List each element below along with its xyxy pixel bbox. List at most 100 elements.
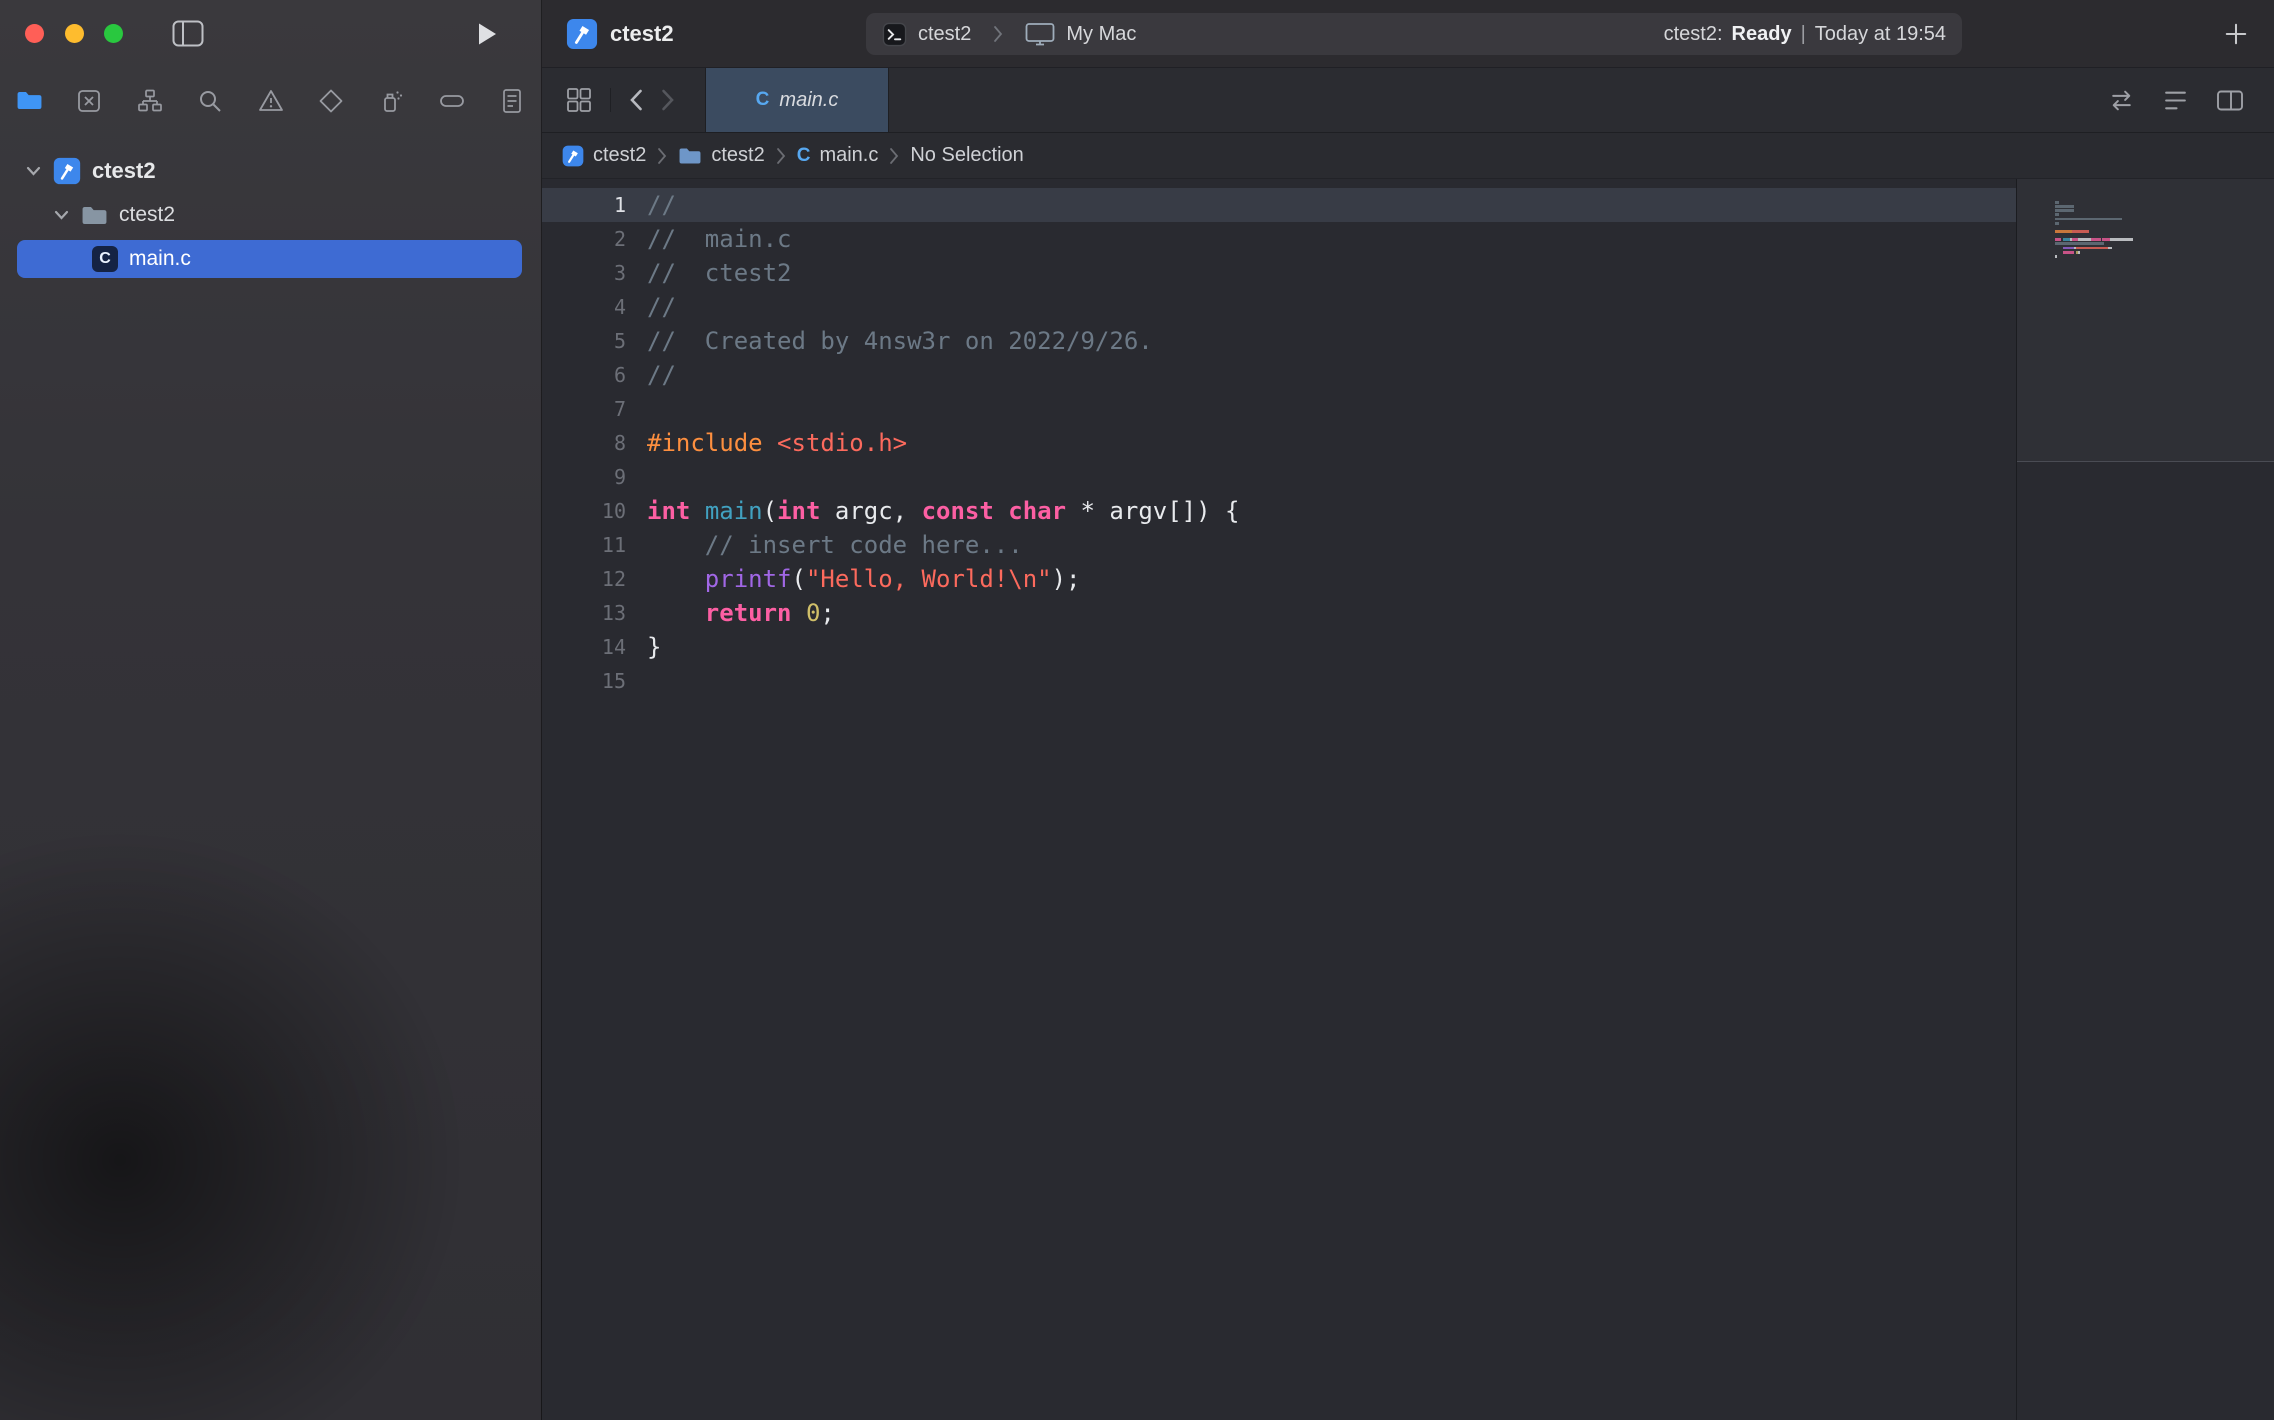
code-review-icon[interactable]: [2108, 87, 2135, 114]
status-time: Today at 19:54: [1815, 23, 1946, 46]
code-line[interactable]: 7: [542, 392, 2016, 426]
code-text: return 0;: [626, 596, 835, 630]
breakpoint-navigator-icon[interactable]: [437, 86, 467, 116]
breadcrumb-group[interactable]: ctest2: [678, 144, 764, 167]
close-window-button[interactable]: [25, 24, 44, 43]
go-forward-icon[interactable]: [661, 88, 675, 112]
minimap-lines: [2055, 201, 2250, 263]
code-text: int main(int argc, const char * argv[]) …: [626, 494, 1239, 528]
executable-icon: [882, 22, 907, 47]
editor-column: ctest2 ctest2 My Mac ctest2:: [542, 0, 2274, 1420]
code-editor[interactable]: 1//2// main.c3// ctest24//5// Created by…: [542, 179, 2016, 1420]
code-line[interactable]: 14}: [542, 630, 2016, 664]
divider: [610, 88, 611, 112]
code-text: [626, 664, 647, 698]
report-navigator-icon[interactable]: [497, 86, 527, 116]
code-line[interactable]: 8#include <stdio.h>: [542, 426, 2016, 460]
project-navigator-icon[interactable]: [14, 86, 44, 116]
breadcrumb-label: ctest2: [711, 144, 764, 167]
chevron-down-icon[interactable]: [26, 166, 41, 176]
sidebar-item-project[interactable]: ctest2: [0, 152, 541, 190]
test-navigator-icon[interactable]: [316, 86, 346, 116]
source-control-navigator-icon[interactable]: [74, 86, 104, 116]
symbol-navigator-icon[interactable]: [135, 86, 165, 116]
tab-main-c[interactable]: C main.c: [705, 68, 889, 132]
line-number: 11: [542, 528, 626, 562]
chevron-right-icon: [657, 147, 667, 165]
split-editor-icon[interactable]: [2216, 87, 2244, 114]
code-line[interactable]: 13 return 0;: [542, 596, 2016, 630]
code-text: // Created by 4nsw3r on 2022/9/26.: [626, 324, 1153, 358]
scheme-status-capsule: ctest2 My Mac ctest2: Ready | Today at 1…: [866, 13, 1962, 55]
status-project-label: ctest2:: [1664, 23, 1723, 46]
code-text: }: [626, 630, 661, 664]
toggle-sidebar-icon[interactable]: [172, 20, 204, 52]
code-text: //: [626, 358, 676, 392]
minimize-window-button[interactable]: [65, 24, 84, 43]
line-number: 7: [542, 392, 626, 426]
toolbar: ctest2 ctest2 My Mac ctest2:: [542, 0, 2274, 68]
titlebar-left: [0, 0, 541, 68]
code-line[interactable]: 9: [542, 460, 2016, 494]
chevron-right-icon: [889, 147, 899, 165]
scheme-target-label[interactable]: ctest2: [918, 23, 971, 46]
code-line[interactable]: 6//: [542, 358, 2016, 392]
related-items-icon[interactable]: [566, 87, 592, 113]
debug-navigator-icon[interactable]: [376, 86, 406, 116]
code-line[interactable]: 4//: [542, 290, 2016, 324]
code-text: //: [626, 290, 676, 324]
breadcrumb-project[interactable]: ctest2: [562, 144, 646, 167]
sidebar-item-label: main.c: [129, 247, 191, 271]
code-line[interactable]: 2// main.c: [542, 222, 2016, 256]
sidebar-item-label: ctest2: [119, 203, 175, 227]
c-file-icon: C: [797, 145, 811, 167]
code-line[interactable]: 3// ctest2: [542, 256, 2016, 290]
line-number: 6: [542, 358, 626, 392]
activity-status[interactable]: ctest2: Ready | Today at 19:54: [1664, 23, 1946, 46]
sidebar-item-file-selected[interactable]: C main.c: [17, 240, 522, 278]
breadcrumb-label: No Selection: [910, 144, 1023, 167]
code-line[interactable]: 12 printf("Hello, World!\n");: [542, 562, 2016, 596]
line-number: 8: [542, 426, 626, 460]
xcode-project-icon: [53, 157, 81, 185]
c-file-icon: C: [756, 89, 770, 111]
line-number: 2: [542, 222, 626, 256]
line-number: 15: [542, 664, 626, 698]
code-line[interactable]: 10int main(int argc, const char * argv[]…: [542, 494, 2016, 528]
line-number: 10: [542, 494, 626, 528]
add-library-button[interactable]: [2224, 22, 2248, 46]
line-number: 14: [542, 630, 626, 664]
chevron-down-icon[interactable]: [54, 210, 69, 220]
scheme-device-label[interactable]: My Mac: [1066, 23, 1136, 46]
code-text: // main.c: [626, 222, 792, 256]
breadcrumb-selection[interactable]: No Selection: [910, 144, 1023, 167]
line-number: 5: [542, 324, 626, 358]
xcode-window: ctest2 ctest2 C main.c: [0, 0, 2274, 1420]
line-number: 4: [542, 290, 626, 324]
go-back-icon[interactable]: [629, 88, 643, 112]
code-text: //: [626, 188, 676, 222]
issue-navigator-icon[interactable]: [256, 86, 286, 116]
navigator-toolbar: [0, 68, 541, 133]
tab-bar-controls: [542, 68, 675, 132]
jump-bar: ctest2 ctest2 C main.c No Selection: [542, 133, 2274, 179]
zoom-window-button[interactable]: [104, 24, 123, 43]
code-line[interactable]: 5// Created by 4nsw3r on 2022/9/26.: [542, 324, 2016, 358]
chevron-right-icon: [993, 25, 1003, 43]
breadcrumb-file[interactable]: C main.c: [797, 144, 879, 167]
breadcrumb-label: main.c: [819, 144, 878, 167]
code-text: // insert code here...: [626, 528, 1023, 562]
sidebar-item-label: ctest2: [92, 158, 156, 184]
line-number: 12: [542, 562, 626, 596]
minimap[interactable]: [2016, 179, 2274, 1420]
find-navigator-icon[interactable]: [195, 86, 225, 116]
sidebar-item-group[interactable]: ctest2: [0, 196, 541, 234]
code-line[interactable]: 1//: [542, 188, 2016, 222]
scheme-selector[interactable]: ctest2 My Mac: [882, 22, 1136, 47]
run-button[interactable]: [478, 22, 497, 51]
code-line[interactable]: 11 // insert code here...: [542, 528, 2016, 562]
editor-options-icon[interactable]: [2162, 87, 2189, 114]
code-line[interactable]: 15: [542, 664, 2016, 698]
xcode-app-icon: [566, 18, 598, 50]
status-divider: |: [1801, 23, 1806, 46]
